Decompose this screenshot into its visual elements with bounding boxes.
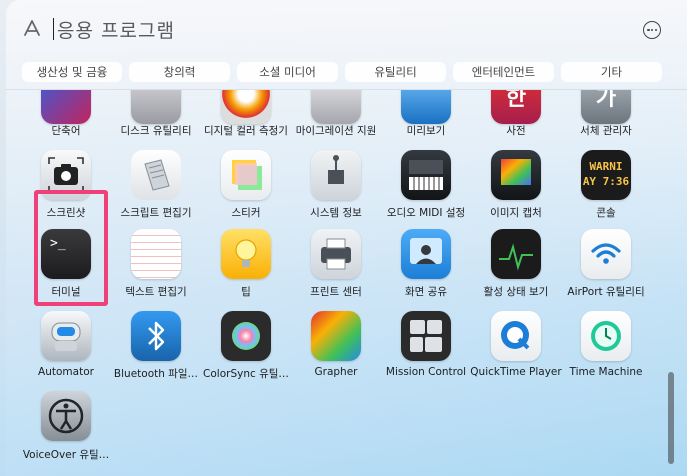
app-item-shortcuts[interactable]: 단축어 bbox=[21, 90, 111, 154]
launchpad-panel: 응용 프로그램 생산성 및 금융 창의력 소셜 미디어 유틸리티 엔터테인먼트 … bbox=[6, 0, 687, 476]
tab-productivity[interactable]: 생산성 및 금융 bbox=[22, 62, 122, 82]
dot-icon bbox=[654, 28, 658, 32]
more-options-button[interactable] bbox=[643, 21, 661, 39]
system-info-icon bbox=[311, 150, 361, 200]
voiceover-icon bbox=[41, 391, 91, 441]
mission-control-icon bbox=[401, 311, 451, 361]
bluetooth-symbol-icon bbox=[148, 321, 165, 351]
image-capture-icon bbox=[491, 150, 541, 200]
quicktime-icon bbox=[491, 311, 541, 361]
keyboard-icon bbox=[409, 160, 443, 190]
robot-icon bbox=[51, 322, 81, 351]
script-editor-icon bbox=[131, 150, 181, 200]
app-item-dictionary[interactable]: 한 사전 bbox=[471, 90, 561, 154]
tab-entertainment[interactable]: 엔터테인먼트 bbox=[453, 62, 554, 82]
accessibility-icon bbox=[48, 398, 84, 434]
app-label: AirPort 유틸리티 bbox=[567, 286, 645, 298]
search-input[interactable]: 응용 프로그램 bbox=[57, 16, 175, 43]
tips-icon bbox=[221, 229, 271, 279]
app-item-time-machine[interactable]: Time Machine bbox=[561, 311, 651, 391]
wifi-icon bbox=[591, 243, 621, 264]
stickies-icon bbox=[221, 150, 271, 200]
app-store-icon bbox=[24, 20, 40, 36]
shortcuts-icon bbox=[41, 90, 91, 124]
terminal-highlight-box bbox=[34, 190, 108, 306]
app-item-mission-control[interactable]: Mission Control bbox=[381, 311, 471, 391]
app-grid: 단축어 디스크 유틸리티 디지털 컬러 측정기 마이그레이션 지원 미리보기 한… bbox=[6, 90, 687, 476]
app-item-colorsync[interactable]: ColorSync 유틸… bbox=[201, 311, 291, 391]
app-item-grapher[interactable]: Grapher bbox=[291, 311, 381, 391]
windows-icon bbox=[410, 320, 442, 352]
app-item-preview[interactable]: 미리보기 bbox=[381, 90, 471, 154]
app-item-activity-monitor[interactable]: 활성 상태 보기 bbox=[471, 229, 561, 309]
app-item-textedit[interactable]: 텍스트 편집기 bbox=[111, 229, 201, 309]
app-item-audio-midi[interactable]: 오디오 MIDI 설정 bbox=[381, 150, 471, 230]
search-caret bbox=[53, 18, 54, 40]
sticky-note-icon bbox=[232, 160, 262, 190]
chip-icon bbox=[328, 155, 344, 184]
app-item-voiceover[interactable]: VoiceOver 유틸… bbox=[21, 391, 111, 471]
tab-other[interactable]: 기타 bbox=[561, 62, 662, 82]
app-item-print-center[interactable]: 프린트 센터 bbox=[291, 229, 381, 309]
migration-icon bbox=[311, 90, 361, 124]
airport-icon bbox=[581, 229, 631, 279]
q-play-icon bbox=[501, 321, 530, 350]
app-item-console[interactable]: WARNI AY 7:36 콘솔 bbox=[561, 150, 651, 230]
grapher-icon bbox=[311, 311, 361, 361]
tab-social[interactable]: 소셜 미디어 bbox=[237, 62, 338, 82]
font-book-icon: 가 bbox=[581, 90, 631, 124]
lightbulb-icon bbox=[235, 239, 257, 267]
app-item-bluetooth[interactable]: Bluetooth 파일… bbox=[111, 311, 201, 391]
clock-icon bbox=[591, 321, 621, 351]
app-label: 콘솔 bbox=[596, 207, 616, 219]
tab-utilities[interactable]: 유틸리티 bbox=[345, 62, 446, 82]
app-label: VoiceOver 유틸… bbox=[22, 449, 110, 461]
dot-icon bbox=[650, 28, 654, 32]
print-center-icon bbox=[311, 229, 361, 279]
dictionary-icon: 한 bbox=[491, 90, 541, 124]
console-icon: WARNI AY 7:36 bbox=[581, 150, 631, 200]
app-item-color-meter[interactable]: 디지털 컬러 측정기 bbox=[201, 90, 291, 154]
app-item-system-info[interactable]: 시스템 정보 bbox=[291, 150, 381, 230]
app-item-font-book[interactable]: 가 서체 관리자 bbox=[561, 90, 651, 154]
photo-icon bbox=[501, 159, 531, 185]
app-item-disk-utility[interactable]: 디스크 유틸리티 bbox=[111, 90, 201, 154]
colorsync-icon bbox=[221, 311, 271, 361]
app-item-stickies[interactable]: 스티커 bbox=[201, 150, 291, 230]
color-meter-icon bbox=[221, 90, 271, 124]
app-item-migration[interactable]: 마이그레이션 지원 bbox=[291, 90, 381, 154]
audio-midi-icon bbox=[401, 150, 451, 200]
app-item-quicktime[interactable]: QuickTime Player bbox=[470, 311, 562, 391]
bluetooth-icon bbox=[131, 311, 181, 361]
app-item-screen-sharing[interactable]: 화면 공유 bbox=[381, 229, 471, 309]
pulse-graph-icon bbox=[499, 243, 533, 271]
automator-icon bbox=[41, 311, 91, 361]
preview-icon bbox=[401, 90, 451, 124]
header: 응용 프로그램 생산성 및 금융 창의력 소셜 미디어 유틸리티 엔터테인먼트 … bbox=[6, 0, 687, 90]
console-time-text: AY 7:36 bbox=[582, 175, 630, 188]
activity-monitor-icon bbox=[491, 229, 541, 279]
vertical-scrollbar[interactable] bbox=[668, 372, 674, 464]
time-machine-icon bbox=[581, 311, 631, 361]
textedit-icon bbox=[131, 229, 181, 279]
app-label: Time Machine bbox=[569, 366, 643, 378]
app-label: 서체 관리자 bbox=[580, 125, 632, 137]
app-item-airport[interactable]: AirPort 유틸리티 bbox=[561, 229, 651, 309]
dot-icon bbox=[647, 28, 650, 32]
app-item-image-capture[interactable]: 이미지 캡처 bbox=[471, 150, 561, 230]
app-item-automator[interactable]: Automator bbox=[21, 311, 111, 391]
scroll-icon bbox=[144, 159, 170, 191]
console-warning-text: WARNI bbox=[589, 160, 623, 173]
screen-sharing-icon bbox=[401, 229, 451, 279]
tab-creativity[interactable]: 창의력 bbox=[129, 62, 230, 82]
person-screen-icon bbox=[410, 238, 442, 264]
disk-utility-icon bbox=[131, 90, 181, 124]
app-item-tips[interactable]: 팁 bbox=[201, 229, 291, 309]
app-item-script-editor[interactable]: 스크립트 편집기 bbox=[111, 150, 201, 230]
color-wheel-icon bbox=[232, 322, 260, 350]
printer-icon bbox=[321, 238, 351, 270]
